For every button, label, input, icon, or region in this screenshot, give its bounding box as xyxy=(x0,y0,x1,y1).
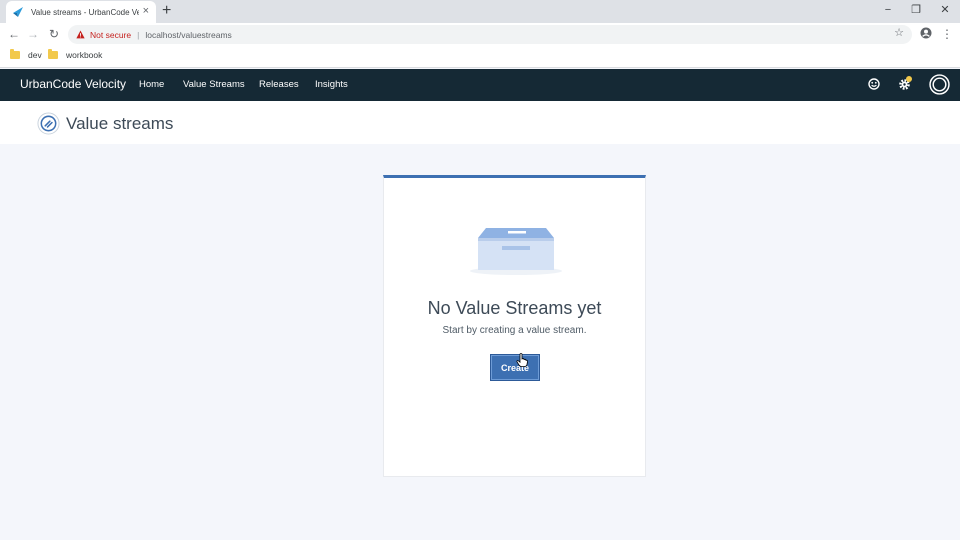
page-header: Value streams xyxy=(0,101,960,144)
empty-state-title: No Value Streams yet xyxy=(427,298,602,318)
browser-tabstrip: Value streams - UrbanCode Velocity × + −… xyxy=(0,0,960,23)
tab-close-icon[interactable]: × xyxy=(143,5,149,18)
reload-icon[interactable]: ↻ xyxy=(47,26,61,42)
bookmark-workbook[interactable]: workbook xyxy=(48,49,103,60)
omnibox-separator: | xyxy=(137,29,140,40)
new-tab-button[interactable]: + xyxy=(162,2,171,20)
create-button[interactable]: Create xyxy=(490,354,540,381)
empty-box-icon xyxy=(470,228,562,275)
tab-title: Value streams - UrbanCode Velocity xyxy=(31,7,139,17)
nav-home[interactable]: Home xyxy=(139,79,164,90)
browser-tab[interactable]: Value streams - UrbanCode Velocity × xyxy=(6,1,156,23)
bookmark-label: workbook xyxy=(66,50,103,60)
nav-value-streams[interactable]: Value Streams xyxy=(183,79,245,90)
hand-cursor-icon xyxy=(516,353,528,367)
browser-toolbar: ← → ↻ Not secure | localhost/valuestream… xyxy=(0,23,960,46)
bookmark-label: dev xyxy=(28,50,42,60)
app-header: UrbanCode Velocity Home Value Streams Re… xyxy=(0,69,960,101)
bookmark-star-icon[interactable]: ☆ xyxy=(894,26,904,39)
restore-icon[interactable]: ❐ xyxy=(906,2,926,18)
bookmark-dev[interactable]: dev xyxy=(10,49,42,60)
bookmarks-bar: dev workbook xyxy=(0,46,960,68)
security-label: Not secure xyxy=(90,29,132,40)
notification-dot xyxy=(906,76,912,82)
forward-icon[interactable]: → xyxy=(26,26,40,42)
user-profile-icon[interactable] xyxy=(929,74,950,95)
nav-insights[interactable]: Insights xyxy=(315,79,348,90)
warning-icon xyxy=(76,30,85,39)
close-window-icon[interactable]: ✕ xyxy=(935,2,955,18)
browser-menu-icon[interactable]: ⋮ xyxy=(941,26,953,42)
smiley-icon[interactable] xyxy=(868,78,880,90)
value-stream-icon xyxy=(37,112,60,135)
brand-name[interactable]: UrbanCode Velocity xyxy=(20,77,126,91)
minimize-icon[interactable]: − xyxy=(878,2,898,18)
velocity-favicon-icon xyxy=(12,6,24,18)
page-title: Value streams xyxy=(66,114,174,133)
browser-profile-icon[interactable] xyxy=(920,27,932,39)
folder-icon xyxy=(10,49,20,59)
folder-icon xyxy=(48,49,58,59)
nav-releases[interactable]: Releases xyxy=(259,79,299,90)
address-bar[interactable]: Not secure | localhost/valuestreams ☆ xyxy=(68,25,912,44)
empty-state-card: No Value Streams yet Start by creating a… xyxy=(383,175,646,477)
url-text: localhost/valuestreams xyxy=(145,29,232,40)
empty-state-subtitle: Start by creating a value stream. xyxy=(442,325,587,336)
back-icon[interactable]: ← xyxy=(7,26,21,42)
